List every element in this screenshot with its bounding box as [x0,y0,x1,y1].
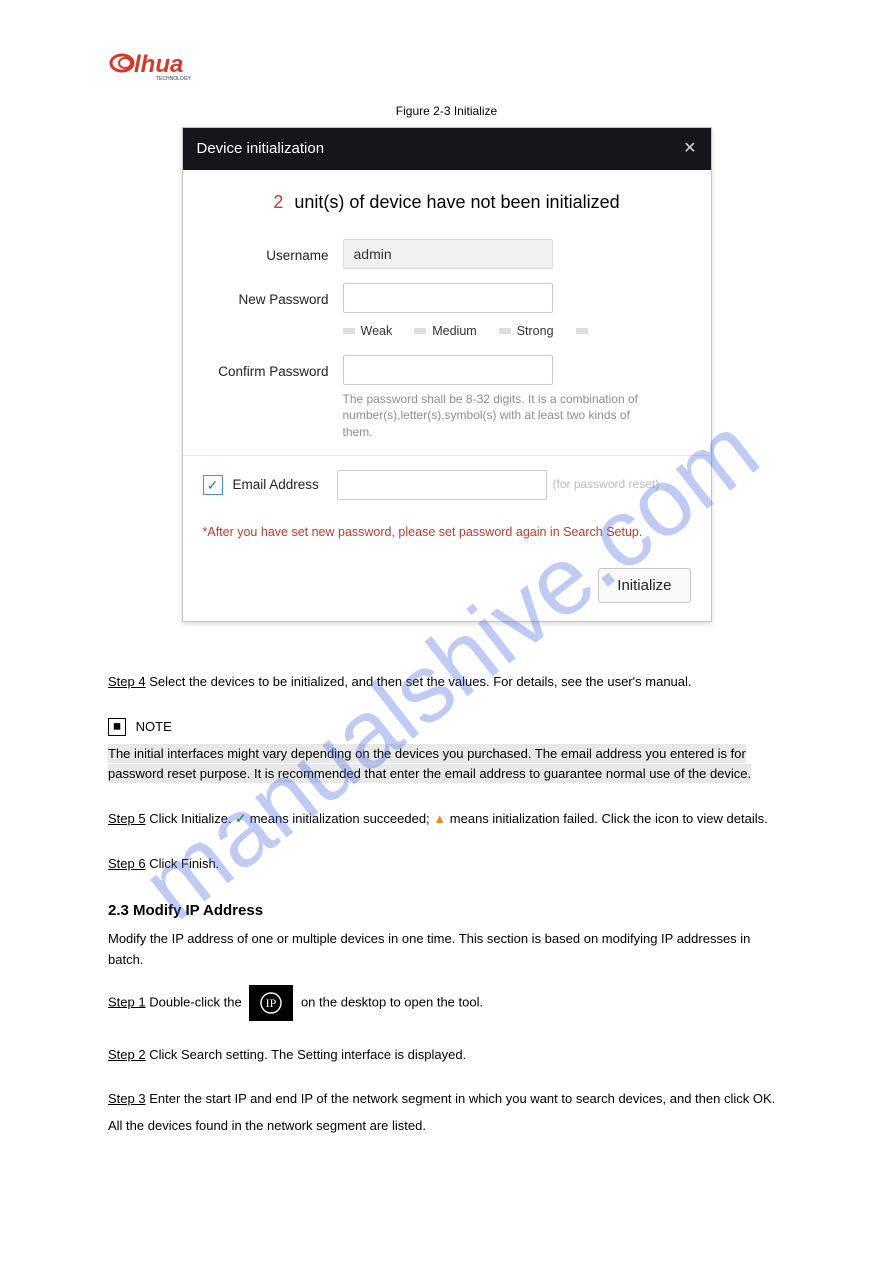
section-heading: 2.3 Modify IP Address [108,899,785,923]
modify-step-2: Step 2 Click Search setting. The Setting… [108,1045,785,1066]
dialog-banner: 2 unit(s) of device have not been initia… [183,170,711,239]
step-text-2: All the devices found in the network seg… [108,1116,785,1137]
step-label: Step 6 [108,856,146,871]
step-label: Step 2 [108,1047,146,1062]
confirm-password-input[interactable] [343,355,553,385]
email-label: Email Address [233,474,337,496]
step-label: Step 3 [108,1091,146,1106]
strength-label-weak: Weak [361,321,393,341]
modify-step-1: Step 1 Double-click the IP on the deskto… [108,985,785,1021]
step-text-b: on the desktop to open the tool. [301,994,483,1009]
brand-logo: lhua TECHNOLOGY [108,50,785,84]
username-input[interactable] [343,239,553,269]
step-text: Click Search setting. The Setting interf… [149,1047,466,1062]
fail-icon: ▲ [433,809,446,830]
modify-step-3: Step 3 Enter the start IP and end IP of … [108,1089,785,1137]
section-intro: Modify the IP address of one or multiple… [108,929,785,971]
step-label: Step 4 [108,674,146,689]
divider [183,455,711,456]
step-label: Step 5 [108,811,146,826]
close-icon[interactable]: ✕ [683,136,696,162]
step-text-a: Click Initialize. [149,811,235,826]
note-text: The initial interfaces might vary depend… [108,744,751,784]
password-hint: The password shall be 8-32 digits. It is… [343,391,663,441]
step-text-b: means initialization succeeded; [250,811,434,826]
configtool-icon: IP [249,985,293,1021]
password-strength: Weak Medium Strong [343,321,691,341]
svg-text:TECHNOLOGY: TECHNOLOGY [156,76,192,82]
strength-bar-end [576,328,588,334]
new-password-label: New Password [203,283,343,311]
new-password-input[interactable] [343,283,553,313]
initialize-button[interactable]: Initialize [598,568,690,603]
success-icon: ✓ [235,809,246,830]
username-label: Username [203,239,343,267]
step-text-a: Double-click the [149,994,245,1009]
confirm-password-label: Confirm Password [203,355,343,383]
email-hint: (for password reset) [553,475,660,494]
svg-text:IP: IP [266,996,277,1010]
uninitialized-count: 2 [273,192,283,212]
step-text: Select the devices to be initialized, an… [149,674,691,689]
step-6: Step 6 Click Finish. [108,854,785,875]
dialog-title: Device initialization [197,137,325,161]
warning-note: *After you have set new password, please… [203,514,691,560]
banner-text: unit(s) of device have not been initiali… [294,192,619,212]
step-text: Click Finish. [149,856,219,871]
strength-label-strong: Strong [517,321,554,341]
step-label: Step 1 [108,994,146,1009]
strength-bar-strong [499,328,511,334]
dialog-titlebar: Device initialization ✕ [183,128,711,170]
step-5: Step 5 Click Initialize. ✓ means initial… [108,809,785,830]
strength-label-medium: Medium [432,321,476,341]
strength-bar-weak [343,328,355,334]
strength-bar-medium [414,328,426,334]
step-text-c: means initialization failed. Click the i… [450,811,768,826]
note-block: ◼ NOTE The initial interfaces might vary… [108,717,785,785]
note-icon: ◼ [108,718,126,736]
figure-caption: Figure 2-3 Initialize [108,102,785,121]
device-init-dialog: Device initialization ✕ 2 unit(s) of dev… [182,127,712,622]
svg-text:lhua: lhua [134,51,183,78]
email-input[interactable] [337,470,547,500]
email-checkbox[interactable]: ✓ [203,475,223,495]
step-text: Enter the start IP and end IP of the net… [149,1091,775,1106]
step-4: Step 4 Select the devices to be initiali… [108,672,785,693]
note-label: NOTE [136,719,172,734]
